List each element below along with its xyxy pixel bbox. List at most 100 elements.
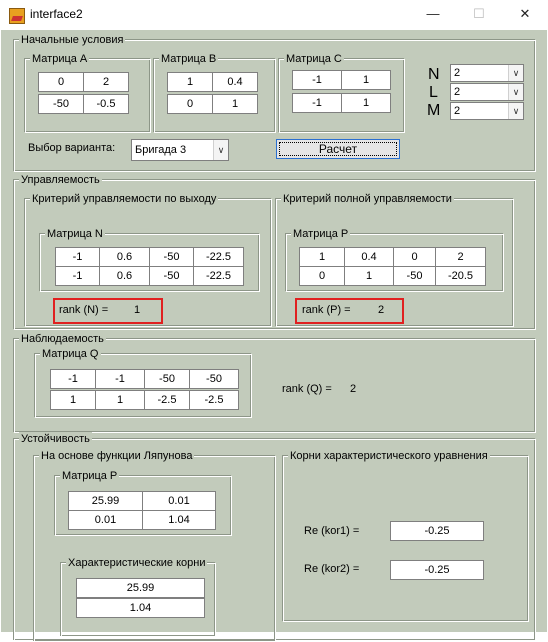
matrix-p-cell[interactable]: -20.5 [435,266,486,286]
title-bar: interface2 — ☐ ✕ [0,0,548,30]
char-equation-panel: Корни характеристического уравнения Re (… [283,449,529,622]
matrix-n-cell[interactable]: 0.6 [99,266,150,286]
char-roots-panel: Характеристические корни 25.99 1.04 [61,556,216,637]
matrix-q-cell[interactable]: -50 [144,369,190,389]
panel-title: Корни характеристического уравнения [288,449,490,463]
kor1-label: Re (kor1) = [304,525,360,537]
chevron-down-icon[interactable]: ∨ [508,103,523,119]
maximize-button[interactable]: ☐ [456,0,502,30]
close-button[interactable]: ✕ [502,0,548,30]
l-label: L [429,84,438,101]
kor2-label: Re (kor2) = [304,563,360,575]
matrix-n-cell[interactable]: -1 [55,266,100,286]
matrix-b-cell[interactable]: 0 [167,94,213,114]
minimize-button[interactable]: — [410,0,456,30]
lyapunov-p-cell[interactable]: 25.99 [68,491,143,511]
chevron-down-icon[interactable]: ∨ [508,65,523,81]
m-select[interactable]: 2 ∨ [450,102,524,120]
l-select[interactable]: 2 ∨ [450,83,524,101]
matrix-n-panel: Матрица N -1 0.6 -50 -22.5 -1 0.6 -50 -2… [40,227,260,292]
output-controllability-panel: Критерий управляемости по выходу Матрица… [25,192,272,327]
chevron-down-icon[interactable]: ∨ [213,140,228,160]
panel-title: Характеристические корни [66,556,208,570]
observability-panel: Наблюдаемость Матрица Q -1 -1 -50 -50 1 … [14,332,536,433]
matrix-p-cell[interactable]: 1 [299,247,345,267]
lyapunov-p-cell[interactable]: 0.01 [142,491,216,511]
matrix-a-cell[interactable]: 0 [38,72,84,92]
rank-n-value: 1 [134,304,141,316]
lyapunov-p-cell[interactable]: 1.04 [142,510,216,530]
matrix-q-panel: Матрица Q -1 -1 -50 -50 1 1 -2.5 -2.5 [35,347,252,418]
panel-title: Матрица A [30,52,90,66]
stability-panel: Устойчивость На основе функции Ляпунова … [14,432,536,642]
matrix-p-cell[interactable]: 0.4 [344,247,394,267]
kor2-value[interactable]: -0.25 [390,560,484,580]
n-label: N [428,66,440,83]
window-title: interface2 [30,7,83,21]
matrix-c-cell[interactable]: 1 [341,93,391,113]
rank-n-label: rank (N) = [59,304,109,316]
matrix-p-lyapunov-panel: Матрица P 25.99 0.01 0.01 1.04 [55,469,232,536]
n-select-value: 2 [454,67,461,79]
n-select[interactable]: 2 ∨ [450,64,524,82]
calculate-button[interactable]: Расчет [276,139,400,159]
rank-p-label: rank (P) = [302,304,351,316]
matrix-p-cell[interactable]: 0 [393,247,436,267]
matrix-q-cell[interactable]: -1 [50,369,96,389]
panel-title: Матрица P [291,227,351,241]
matrix-q-cell[interactable]: -2.5 [189,390,239,410]
lyapunov-panel: На основе функции Ляпунова Матрица P 25.… [34,449,276,642]
matrix-n-cell[interactable]: -22.5 [193,266,244,286]
matrix-a-panel: Матрица A 0 2 -50 -0.5 [25,52,151,133]
panel-title: На основе функции Ляпунова [39,449,195,463]
panel-title: Матрица Q [40,347,101,361]
matrix-c-cell[interactable]: -1 [292,70,342,90]
matrix-q-cell[interactable]: 1 [95,390,145,410]
matrix-p-panel: Матрица P 1 0.4 0 2 0 1 -50 -20.5 [286,227,504,292]
rank-p-value: 2 [378,304,385,316]
variant-select-value: Бригада 3 [135,144,187,156]
matrix-n-cell[interactable]: -22.5 [193,247,244,267]
matrix-p-cell[interactable]: 2 [435,247,486,267]
matrix-p-cell[interactable]: 0 [299,266,345,286]
m-select-value: 2 [454,105,461,117]
matrix-n-cell[interactable]: 0.6 [99,247,150,267]
char-root-cell[interactable]: 25.99 [76,578,205,598]
matrix-c-panel: Матрица C -1 1 -1 1 [279,52,405,133]
matrix-c-cell[interactable]: -1 [292,93,342,113]
variant-label: Выбор варианта: [28,142,116,154]
rank-q-label: rank (Q) = [282,383,332,395]
matrix-c-cell[interactable]: 1 [341,70,391,90]
matrix-q-cell[interactable]: 1 [50,390,96,410]
matrix-b-cell[interactable]: 1 [212,94,258,114]
matrix-b-cell[interactable]: 1 [167,72,213,92]
char-root-cell[interactable]: 1.04 [76,598,205,618]
variant-select[interactable]: Бригада 3 ∨ [131,139,229,161]
rank-q-value: 2 [350,383,357,395]
kor1-value[interactable]: -0.25 [390,521,484,541]
panel-title: Устойчивость [19,432,92,446]
panel-title: Матрица B [159,52,219,66]
matrix-b-cell[interactable]: 0.4 [212,72,258,92]
matrix-q-cell[interactable]: -50 [189,369,239,389]
lyapunov-p-cell[interactable]: 0.01 [68,510,143,530]
panel-title: Критерий полной управляемости [281,192,454,206]
matrix-p-cell[interactable]: 1 [344,266,394,286]
chevron-down-icon[interactable]: ∨ [508,84,523,100]
full-controllability-panel: Критерий полной управляемости Матрица P … [276,192,514,327]
m-label: M [427,102,441,119]
matrix-a-cell[interactable]: -50 [38,94,84,114]
matrix-b-panel: Матрица B 1 0.4 0 1 [154,52,276,133]
matrix-n-cell[interactable]: -1 [55,247,100,267]
matrix-a-cell[interactable]: -0.5 [83,94,129,114]
matrix-n-cell[interactable]: -50 [149,266,194,286]
panel-title: Критерий управляемости по выходу [30,192,219,206]
matrix-p-cell[interactable]: -50 [393,266,436,286]
matrix-q-cell[interactable]: -2.5 [144,390,190,410]
panel-title: Матрица C [284,52,344,66]
matrix-q-cell[interactable]: -1 [95,369,145,389]
panel-title: Управляемость [19,173,102,187]
panel-title: Матрица P [60,469,120,483]
matrix-n-cell[interactable]: -50 [149,247,194,267]
matrix-a-cell[interactable]: 2 [83,72,129,92]
